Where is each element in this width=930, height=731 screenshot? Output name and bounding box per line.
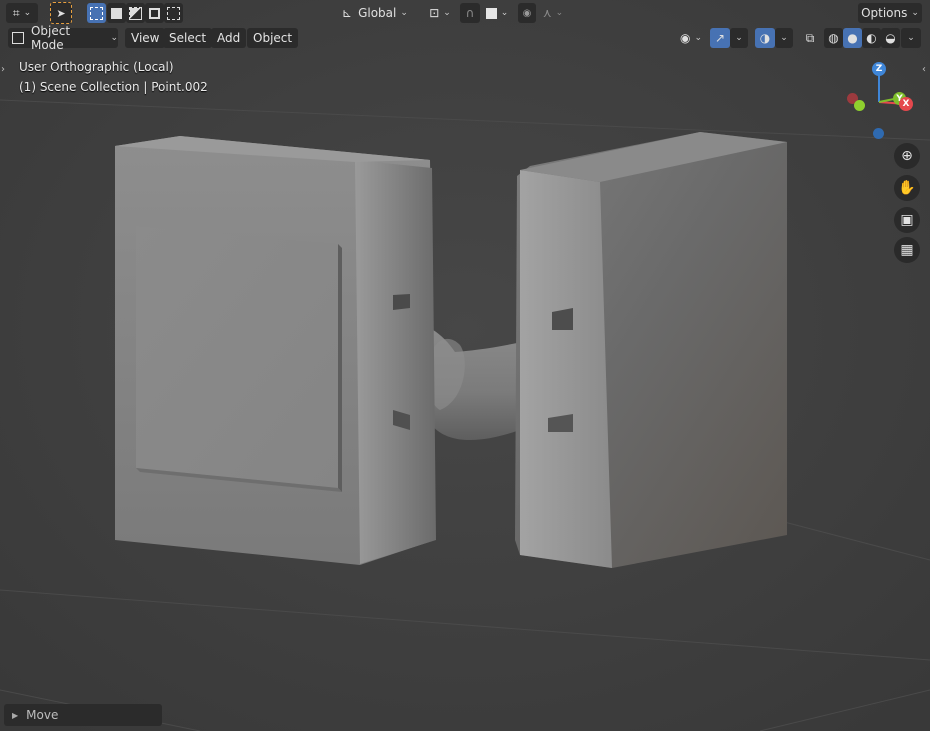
editor-type-button[interactable]: ⌗ ⌄ [6, 3, 38, 23]
expand-arrow-icon: ▶ [12, 710, 19, 720]
select-intersect-icon [167, 6, 180, 20]
pivot-point-dropdown[interactable]: ⊡ ⌄ [424, 3, 456, 23]
xray-icon: ⧉ [805, 30, 815, 45]
menu-add[interactable]: Add [211, 28, 247, 48]
material-sphere-icon: ◐ [866, 31, 877, 45]
viewport-toolbar: Object Mode ⌄ View Select Add Object ◉ ⌄ … [0, 24, 930, 52]
zoom-button[interactable]: ⊕ [894, 143, 920, 169]
transform-orientation-label: Global [358, 6, 397, 20]
grid-icon: ▦ [900, 242, 914, 258]
proportional-edit-icon: ◉ [522, 7, 532, 19]
proportional-falloff-dropdown[interactable]: ⋏ ⌄ [538, 3, 568, 23]
rendered-sphere-icon: ◒ [885, 31, 896, 45]
menu-view[interactable]: View [125, 28, 166, 48]
orientation-axes-icon: ⊾ [342, 6, 353, 20]
options-dropdown[interactable]: Options ⌄ [858, 3, 922, 23]
camera-icon: ▣ [900, 212, 914, 228]
hand-icon: ✋ [898, 180, 916, 196]
options-label: Options [861, 6, 908, 20]
shading-solid-button[interactable]: ● [843, 28, 862, 48]
collection-info: (1) Scene Collection | Point.002 [19, 80, 208, 94]
ortho-toggle-button[interactable]: ▦ [894, 237, 920, 263]
mode-label: Object Mode [30, 24, 71, 52]
shading-rendered-button[interactable]: ◒ [881, 28, 900, 48]
camera-view-button[interactable]: ▣ [894, 207, 920, 233]
chevron-down-icon: ⌄ [911, 8, 919, 18]
select-box-new-button[interactable] [87, 3, 106, 23]
select-extend-icon [111, 7, 122, 19]
pan-button[interactable]: ✋ [894, 175, 920, 201]
snap-square-icon [485, 7, 497, 19]
zoom-magnifier-icon: ⊕ [901, 148, 913, 164]
menu-object[interactable]: Object [247, 28, 299, 48]
chevron-down-icon: ⌄ [780, 33, 788, 43]
scene-render [0, 0, 930, 731]
visibility-dropdown[interactable]: ◉ ⌄ [676, 28, 706, 48]
eye-icon: ◉ [679, 31, 691, 45]
toolbar-expand-arrow[interactable]: › [1, 64, 5, 75]
gizmo-neg-z-axis[interactable] [873, 128, 884, 139]
overlays-toggle[interactable]: ◑ [755, 28, 775, 48]
overlays-dropdown[interactable]: ⌄ [775, 28, 793, 48]
wireframe-sphere-icon: ◍ [828, 31, 839, 45]
viewport-header: ⌗ ⌄ ➤ ⊾ Global ⌄ ⊡ ⌄ ∩ ⌄ ◉ ⋏ ⌄ Options ⌄ [0, 0, 930, 26]
select-tool-button[interactable]: ➤ [50, 2, 72, 24]
magnet-icon: ∩ [465, 6, 475, 20]
chevron-down-icon: ⌄ [555, 8, 564, 18]
last-operator-panel[interactable]: ▶ Move [4, 704, 162, 726]
snap-target-dropdown[interactable]: ⌄ [482, 3, 512, 23]
menu-select[interactable]: Select [163, 28, 213, 48]
gizmo-x-label: X [902, 99, 910, 109]
select-box-invert-button[interactable] [145, 3, 164, 23]
navigation-gizmo[interactable]: Z Y X [842, 60, 918, 140]
gizmo-z-label: Z [875, 64, 883, 74]
chevron-down-icon: ⌄ [500, 8, 509, 18]
last-operator-label: Move [26, 708, 59, 722]
cursor-arrow-icon: ➤ [56, 6, 66, 20]
select-subtract-icon [129, 6, 142, 20]
transform-orientation-dropdown[interactable]: ⊾ Global ⌄ [340, 3, 420, 23]
editor-type-icon: ⌗ [12, 5, 20, 20]
falloff-curve-icon: ⋏ [542, 6, 552, 20]
shading-dropdown[interactable]: ⌄ [901, 28, 921, 48]
chevron-down-icon: ⌄ [23, 8, 32, 18]
gizmo-toggle[interactable]: ↗ [710, 28, 730, 48]
chevron-down-icon: ⌄ [735, 33, 743, 43]
gizmo-x-axis[interactable]: X [899, 97, 913, 111]
gizmo-icon: ↗ [714, 31, 726, 45]
view-name: User Orthographic (Local) [19, 60, 174, 74]
chevron-down-icon: ⌄ [694, 33, 703, 43]
sidebar-expand-arrow[interactable]: ‹ [922, 64, 926, 75]
box-select-icon [90, 6, 103, 20]
select-box-subtract-button[interactable] [126, 3, 145, 23]
pivot-icon: ⊡ [429, 6, 440, 20]
mode-dropdown[interactable]: Object Mode ⌄ [8, 24, 118, 52]
select-box-intersect-button[interactable] [164, 3, 183, 23]
gizmo-dropdown[interactable]: ⌄ [730, 28, 748, 48]
gizmo-neg-y-axis[interactable] [854, 100, 865, 111]
shading-wireframe-button[interactable]: ◍ [824, 28, 843, 48]
3d-viewport[interactable]: ⌗ ⌄ ➤ ⊾ Global ⌄ ⊡ ⌄ ∩ ⌄ ◉ ⋏ ⌄ Options ⌄… [0, 0, 930, 731]
object-mode-icon [12, 32, 24, 44]
shading-material-button[interactable]: ◐ [862, 28, 881, 48]
snap-toggle[interactable]: ∩ [460, 3, 480, 23]
select-box-extend-button[interactable] [107, 3, 126, 23]
proportional-editing-toggle[interactable]: ◉ [518, 3, 536, 23]
chevron-down-icon: ⌄ [110, 33, 118, 43]
chevron-down-icon: ⌄ [443, 8, 451, 18]
gizmo-z-axis[interactable]: Z [872, 62, 886, 76]
select-invert-icon [149, 7, 160, 19]
chevron-down-icon: ⌄ [907, 33, 915, 43]
solid-sphere-icon: ● [847, 31, 858, 45]
overlays-icon: ◑ [759, 31, 771, 45]
xray-toggle[interactable]: ⧉ [800, 28, 820, 48]
chevron-down-icon: ⌄ [400, 8, 408, 18]
